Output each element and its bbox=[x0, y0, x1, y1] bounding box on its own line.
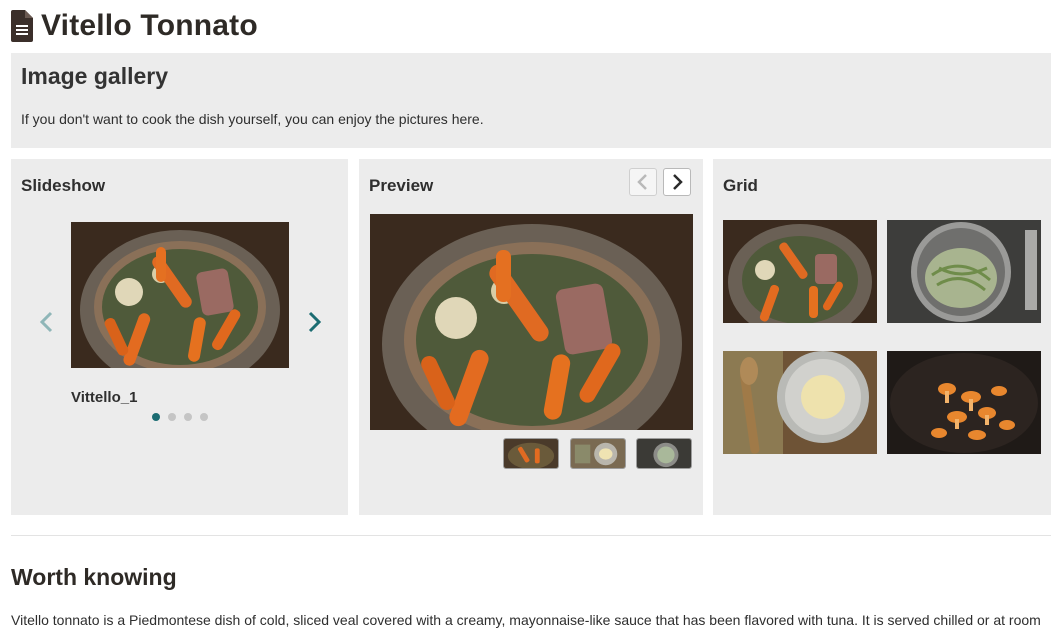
preview-thumbnail-1[interactable] bbox=[503, 438, 559, 469]
grid-image-3[interactable] bbox=[723, 351, 877, 454]
preview-panel: Preview bbox=[359, 159, 703, 515]
slideshow-title: Slideshow bbox=[21, 176, 106, 195]
grid-panel: Grid bbox=[713, 159, 1051, 515]
page-title: Vitello Tonnato bbox=[41, 9, 258, 42]
grid-image-1[interactable] bbox=[723, 220, 877, 323]
worth-knowing-title: Worth knowing bbox=[11, 564, 177, 590]
slideshow-prev-button[interactable] bbox=[37, 307, 57, 337]
chevron-right-icon bbox=[673, 174, 683, 190]
grid-title: Grid bbox=[723, 176, 758, 195]
preview-next-button[interactable] bbox=[663, 168, 691, 196]
grid-image-2[interactable] bbox=[887, 220, 1041, 323]
slideshow-dot-1[interactable] bbox=[152, 413, 160, 421]
preview-image[interactable] bbox=[370, 214, 693, 430]
slideshow-dot-3[interactable] bbox=[184, 413, 192, 421]
slideshow-dot-4[interactable] bbox=[200, 413, 208, 421]
chevron-right-icon bbox=[308, 311, 322, 333]
page-header: Vitello Tonnato bbox=[11, 8, 258, 44]
section-divider bbox=[11, 535, 1051, 536]
preview-title: Preview bbox=[369, 176, 434, 195]
preview-thumbnail-2[interactable] bbox=[570, 438, 626, 469]
slideshow-caption: Vittello_1 bbox=[71, 389, 138, 406]
slideshow-image[interactable] bbox=[71, 222, 289, 368]
gallery-description: If you don't want to cook the dish yours… bbox=[21, 111, 484, 127]
slideshow-panel: Slideshow Vittello_1 bbox=[11, 159, 348, 515]
chevron-left-icon bbox=[39, 311, 53, 333]
preview-thumbnail-3[interactable] bbox=[636, 438, 692, 469]
slideshow-pagination bbox=[152, 413, 208, 421]
image-gallery-intro: Image gallery If you don't want to cook … bbox=[11, 53, 1051, 148]
preview-prev-button[interactable] bbox=[629, 168, 657, 196]
slideshow-dot-2[interactable] bbox=[168, 413, 176, 421]
chevron-left-icon bbox=[637, 174, 647, 190]
grid-image-4[interactable] bbox=[887, 351, 1041, 454]
gallery-title: Image gallery bbox=[21, 63, 169, 89]
document-icon bbox=[11, 10, 33, 42]
slideshow-next-button[interactable] bbox=[304, 307, 324, 337]
